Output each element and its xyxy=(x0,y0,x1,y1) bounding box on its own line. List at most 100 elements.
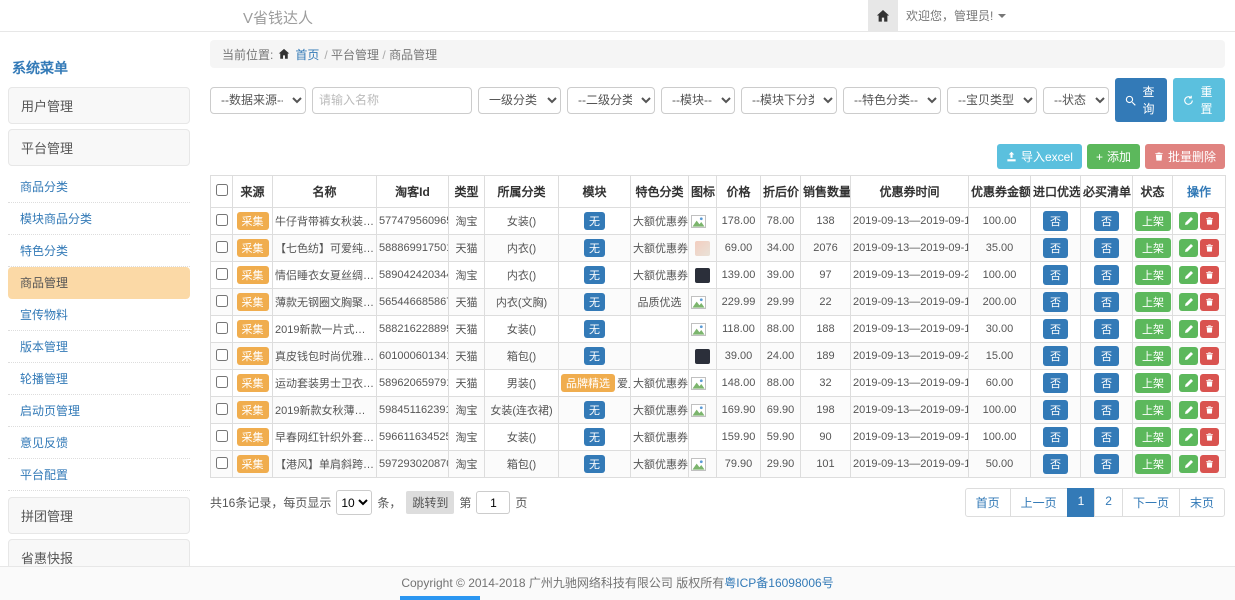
status-button[interactable]: 上架 xyxy=(1135,400,1171,420)
edit-button[interactable] xyxy=(1179,455,1198,473)
sidebar-item-版本管理[interactable]: 版本管理 xyxy=(8,331,190,363)
delete-button[interactable] xyxy=(1200,293,1219,311)
edit-button[interactable] xyxy=(1179,212,1198,230)
imported-toggle-button[interactable]: 否 xyxy=(1043,373,1068,393)
import-excel-button[interactable]: 导入excel xyxy=(997,144,1082,169)
imported-toggle-button[interactable]: 否 xyxy=(1043,211,1068,231)
imported-toggle-button[interactable]: 否 xyxy=(1043,319,1068,339)
sidebar-item-宣传物料[interactable]: 宣传物料 xyxy=(8,299,190,331)
imported-toggle-button[interactable]: 否 xyxy=(1043,346,1068,366)
select-all-checkbox[interactable] xyxy=(216,184,228,196)
must-buy-toggle-button[interactable]: 否 xyxy=(1094,265,1119,285)
sidebar-item-平台配置[interactable]: 平台配置 xyxy=(8,459,190,491)
delete-button[interactable] xyxy=(1200,320,1219,338)
edit-button[interactable] xyxy=(1179,320,1198,338)
status-button[interactable]: 上架 xyxy=(1135,373,1171,393)
feature-category-select[interactable]: --特色分类-- xyxy=(843,87,941,114)
imported-toggle-button[interactable]: 否 xyxy=(1043,427,1068,447)
edit-button[interactable] xyxy=(1179,347,1198,365)
module-select[interactable]: --模块-- xyxy=(661,87,735,114)
must-buy-toggle-button[interactable]: 否 xyxy=(1094,427,1119,447)
delete-button[interactable] xyxy=(1200,212,1219,230)
sidebar-item-意见反馈[interactable]: 意见反馈 xyxy=(8,427,190,459)
sidebar-item-轮播管理[interactable]: 轮播管理 xyxy=(8,363,190,395)
status-button[interactable]: 上架 xyxy=(1135,319,1171,339)
batch-delete-button[interactable]: 批量删除 xyxy=(1145,144,1225,169)
reset-button[interactable]: 重置 xyxy=(1173,78,1225,122)
must-buy-toggle-button[interactable]: 否 xyxy=(1094,238,1119,258)
breadcrumb-home-link[interactable]: 首页 xyxy=(295,46,319,63)
imported-toggle-button[interactable]: 否 xyxy=(1043,400,1068,420)
pager-button-首页[interactable]: 首页 xyxy=(965,488,1011,517)
sidebar-item-商品分类[interactable]: 商品分类 xyxy=(8,171,190,203)
status-button[interactable]: 上架 xyxy=(1135,211,1171,231)
sidebar-item-商品管理[interactable]: 商品管理 xyxy=(8,267,190,299)
status-button[interactable]: 上架 xyxy=(1135,427,1171,447)
row-checkbox[interactable] xyxy=(216,241,228,253)
must-buy-toggle-button[interactable]: 否 xyxy=(1094,373,1119,393)
delete-button[interactable] xyxy=(1200,266,1219,284)
imported-toggle-button[interactable]: 否 xyxy=(1043,292,1068,312)
row-checkbox[interactable] xyxy=(216,322,228,334)
breadcrumb-item[interactable]: 平台管理 xyxy=(331,48,379,62)
sidebar-section-用户管理[interactable]: 用户管理 xyxy=(8,87,190,124)
level1-category-select[interactable]: 一级分类 xyxy=(478,87,561,114)
sidebar-section-平台管理[interactable]: 平台管理 xyxy=(8,129,190,166)
status-button[interactable]: 上架 xyxy=(1135,265,1171,285)
imported-toggle-button[interactable]: 否 xyxy=(1043,238,1068,258)
add-button[interactable]: + 添加 xyxy=(1087,144,1140,169)
user-menu[interactable]: 欢迎您，管理员! xyxy=(906,0,1006,31)
pager-button-末页[interactable]: 末页 xyxy=(1179,488,1225,517)
must-buy-toggle-button[interactable]: 否 xyxy=(1094,400,1119,420)
delete-button[interactable] xyxy=(1200,239,1219,257)
edit-button[interactable] xyxy=(1179,293,1198,311)
status-button[interactable]: 上架 xyxy=(1135,238,1171,258)
sidebar-section-拼团管理[interactable]: 拼团管理 xyxy=(8,497,190,534)
name-input[interactable] xyxy=(312,87,472,114)
row-checkbox[interactable] xyxy=(216,430,228,442)
edit-button[interactable] xyxy=(1179,374,1198,392)
sidebar-item-启动页管理[interactable]: 启动页管理 xyxy=(8,395,190,427)
search-button[interactable]: 查询 xyxy=(1115,78,1167,122)
pager-button-2[interactable]: 2 xyxy=(1094,488,1123,517)
row-checkbox[interactable] xyxy=(216,295,228,307)
status-button[interactable]: 上架 xyxy=(1135,454,1171,474)
imported-toggle-button[interactable]: 否 xyxy=(1043,454,1068,474)
status-button[interactable]: 上架 xyxy=(1135,346,1171,366)
module-subcategory-select[interactable]: --模块下分类-- xyxy=(741,87,837,114)
breadcrumb-item[interactable]: 商品管理 xyxy=(389,48,437,62)
row-checkbox[interactable] xyxy=(216,376,228,388)
sidebar-item-特色分类[interactable]: 特色分类 xyxy=(8,235,190,267)
sidebar-item-模块商品分类[interactable]: 模块商品分类 xyxy=(8,203,190,235)
sidebar-section-省惠快报[interactable]: 省惠快报 xyxy=(8,539,190,568)
imported-toggle-button[interactable]: 否 xyxy=(1043,265,1068,285)
pager-button-下一页[interactable]: 下一页 xyxy=(1122,488,1180,517)
row-checkbox[interactable] xyxy=(216,457,228,469)
home-button[interactable] xyxy=(868,0,898,31)
level2-category-select[interactable]: --二级分类-- xyxy=(567,87,655,114)
row-checkbox[interactable] xyxy=(216,349,228,361)
edit-button[interactable] xyxy=(1179,266,1198,284)
delete-button[interactable] xyxy=(1200,455,1219,473)
delete-button[interactable] xyxy=(1200,428,1219,446)
per-page-select[interactable]: 10 xyxy=(336,490,372,515)
must-buy-toggle-button[interactable]: 否 xyxy=(1094,292,1119,312)
row-checkbox[interactable] xyxy=(216,403,228,415)
edit-button[interactable] xyxy=(1179,428,1198,446)
item-type-select[interactable]: --宝贝类型-- xyxy=(947,87,1037,114)
must-buy-toggle-button[interactable]: 否 xyxy=(1094,454,1119,474)
jump-button[interactable]: 跳转到 xyxy=(406,491,454,514)
jump-page-input[interactable] xyxy=(476,491,510,514)
pager-button-上一页[interactable]: 上一页 xyxy=(1010,488,1068,517)
edit-button[interactable] xyxy=(1179,239,1198,257)
edit-button[interactable] xyxy=(1179,401,1198,419)
delete-button[interactable] xyxy=(1200,347,1219,365)
status-select[interactable]: --状态-- xyxy=(1043,87,1109,114)
row-checkbox[interactable] xyxy=(216,268,228,280)
must-buy-toggle-button[interactable]: 否 xyxy=(1094,346,1119,366)
pager-button-1[interactable]: 1 xyxy=(1067,488,1096,517)
data-source-select[interactable]: --数据来源-- xyxy=(210,87,306,114)
row-checkbox[interactable] xyxy=(216,214,228,226)
must-buy-toggle-button[interactable]: 否 xyxy=(1094,211,1119,231)
status-button[interactable]: 上架 xyxy=(1135,292,1171,312)
